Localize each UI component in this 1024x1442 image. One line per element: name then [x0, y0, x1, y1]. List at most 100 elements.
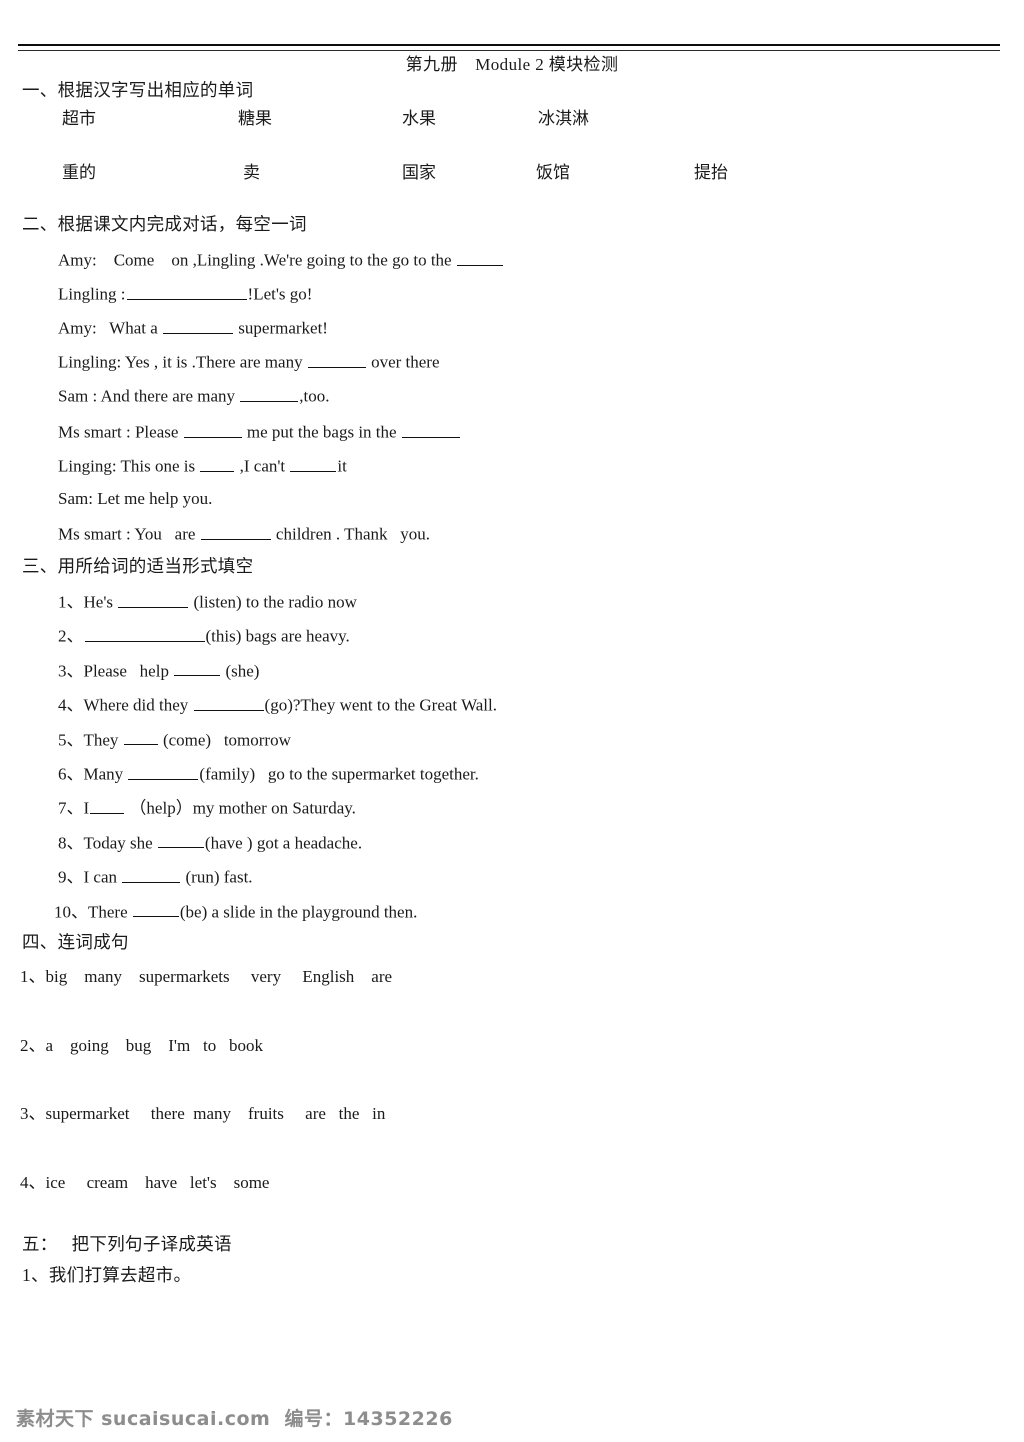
- item-number: 6、: [58, 764, 84, 784]
- dialogue-line: Sam : And there are many ,too.: [58, 385, 330, 406]
- section-3-heading: 三、用所给词的适当形式填空: [22, 556, 254, 576]
- dialogue-text: supermarket!: [234, 318, 328, 338]
- vocab-word: 超市: [62, 109, 96, 128]
- item-text: Today she: [83, 833, 157, 853]
- dialogue-text: ,too.: [299, 386, 330, 406]
- dialogue-text: Ms smart : You are: [58, 524, 200, 544]
- section-4-heading: 四、连词成句: [22, 932, 129, 952]
- item-text: I: [83, 799, 90, 819]
- answer-blank[interactable]: [84, 625, 205, 643]
- dialogue-text: over there: [366, 352, 440, 372]
- vocab-word: 卖: [243, 163, 260, 182]
- dialogue-text: Sam : And there are many: [58, 386, 240, 406]
- dialogue-text: Amy: What a: [58, 318, 163, 338]
- dialogue-text: Lingling: Yes , it is .There are many: [58, 352, 307, 372]
- vocab-word: 糖果: [238, 109, 272, 128]
- answer-blank[interactable]: [401, 421, 460, 438]
- item-text: Please help: [83, 661, 174, 681]
- item-text: Many: [83, 764, 128, 784]
- answer-blank[interactable]: [90, 797, 125, 815]
- answer-blank[interactable]: [122, 866, 181, 883]
- header-divider: [18, 44, 1000, 51]
- item-number: 2、: [58, 627, 84, 647]
- dialogue-line: Linging: This one is ,I can't it: [58, 455, 347, 476]
- answer-blank[interactable]: [290, 455, 337, 472]
- answer-blank[interactable]: [200, 455, 235, 472]
- dialogue-line: Lingling: Yes , it is .There are many ov…: [58, 351, 440, 372]
- item-number: 1、: [58, 592, 84, 612]
- dialogue-line: Lingling : !Let's go!: [58, 283, 312, 304]
- item-number: 7、: [58, 799, 84, 819]
- reorder-item: 2、a going bug I'm to book: [20, 1036, 263, 1055]
- answer-blank[interactable]: [132, 901, 179, 918]
- answer-blank[interactable]: [118, 591, 189, 608]
- dialogue-line: Amy: Come on ,Lingling .We're going to t…: [58, 249, 504, 270]
- fill-blank-item: 8、Today she (have ) got a headache.: [58, 832, 362, 853]
- item-text: Where did they: [83, 695, 193, 715]
- item-number: 4、: [58, 695, 84, 715]
- vocab-word: 冰淇淋: [538, 109, 589, 128]
- section-2-heading: 二、根据课文内完成对话，每空一词: [22, 214, 307, 234]
- vocab-word: 饭馆: [536, 163, 570, 182]
- dialogue-text: Lingling :: [58, 284, 126, 304]
- answer-blank[interactable]: [128, 763, 199, 780]
- dialogue-text: me put the bags in the: [242, 422, 401, 442]
- dialogue-text: Ms smart : Please: [58, 422, 183, 442]
- item-text: (be) a slide in the playground then.: [179, 902, 418, 922]
- dialogue-text: Amy: Come on ,Lingling .We're going to t…: [58, 250, 456, 270]
- dialogue-text: ,I can't: [235, 456, 290, 476]
- dialogue-text: !Let's go!: [247, 284, 313, 304]
- reorder-item: 3、supermarket there many fruits are the …: [20, 1104, 386, 1123]
- item-text: （help）my mother on Saturday.: [125, 799, 356, 819]
- vocab-word: 提抬: [694, 163, 728, 182]
- dialogue-text: it: [337, 456, 347, 476]
- answer-blank[interactable]: [157, 832, 204, 849]
- item-text: (go)?They went to the Great Wall.: [264, 695, 498, 715]
- item-number: 5、: [58, 730, 84, 750]
- dialogue-line: Amy: What a supermarket!: [58, 317, 328, 338]
- section-1-heading: 一、根据汉字写出相应的单词: [22, 80, 254, 100]
- dialogue-line: Sam: Let me help you.: [58, 489, 213, 508]
- item-text: (run) fast.: [181, 867, 253, 887]
- item-text: I can: [83, 867, 122, 887]
- item-text: (have ) got a headache.: [204, 833, 363, 853]
- worksheet-page: 第九册 Module 2 模块检测 一、根据汉字写出相应的单词 超市 糖果 水果…: [0, 0, 1024, 1442]
- dialogue-text: Linging: This one is: [58, 456, 200, 476]
- dialogue-text: children . Thank you.: [271, 524, 430, 544]
- answer-blank[interactable]: [456, 249, 503, 266]
- item-number: 3、: [58, 661, 84, 681]
- dialogue-line: Ms smart : Please me put the bags in the: [58, 421, 461, 442]
- item-number: 8、: [58, 833, 84, 853]
- answer-blank[interactable]: [307, 351, 366, 368]
- item-text: (this) bags are heavy.: [205, 627, 350, 647]
- answer-blank[interactable]: [126, 283, 247, 300]
- section-5-heading: 五： 把下列句子译成英语: [22, 1234, 232, 1254]
- fill-blank-item: 4、Where did they (go)?They went to the G…: [58, 694, 497, 715]
- dialogue-line: Ms smart : You are children . Thank you.: [58, 523, 430, 544]
- page-title: 第九册 Module 2 模块检测: [405, 55, 619, 74]
- item-text: They: [83, 730, 123, 750]
- reorder-item: 1、big many supermarkets very English are: [20, 967, 393, 986]
- fill-blank-item: 6、Many (family) go to the supermarket to…: [58, 763, 479, 784]
- fill-blank-item: 2、 (this) bags are heavy.: [58, 625, 350, 646]
- item-number: 10、: [54, 902, 88, 922]
- item-number: 9、: [58, 867, 84, 887]
- answer-blank[interactable]: [200, 523, 271, 540]
- answer-blank[interactable]: [123, 729, 158, 746]
- answer-blank[interactable]: [240, 385, 299, 402]
- vocab-word: 重的: [62, 163, 96, 182]
- fill-blank-item: 3、Please help (she): [58, 660, 259, 681]
- fill-blank-item: 1、He's (listen) to the radio now: [58, 591, 357, 612]
- translate-item: 1、我们打算去超市。: [22, 1265, 192, 1285]
- answer-blank[interactable]: [193, 694, 264, 711]
- item-text: He's: [83, 592, 118, 612]
- vocab-word: 水果: [402, 109, 436, 128]
- item-text: (she): [221, 661, 260, 681]
- watermark-footer: 素材天下 sucaisucai.com 编号：14352226: [16, 1408, 453, 1430]
- answer-blank[interactable]: [174, 660, 221, 677]
- answer-blank[interactable]: [163, 317, 234, 334]
- reorder-item: 4、ice cream have let's some: [20, 1173, 270, 1192]
- item-text: (family) go to the supermarket together.: [199, 764, 479, 784]
- answer-blank[interactable]: [183, 421, 242, 438]
- fill-blank-item: 7、I （help）my mother on Saturday.: [58, 797, 356, 818]
